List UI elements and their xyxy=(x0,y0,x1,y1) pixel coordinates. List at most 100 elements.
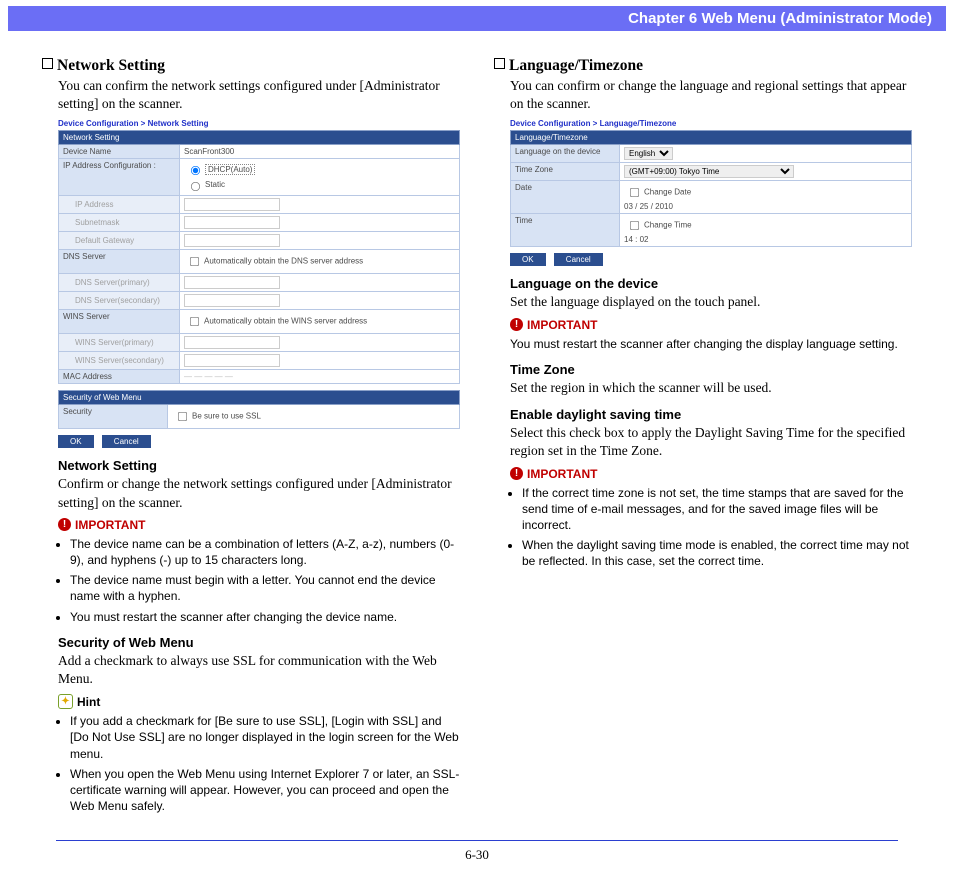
shot-row-label: Subnetmask xyxy=(59,214,180,232)
subheading-language: Language on the device xyxy=(510,276,912,291)
checkbox-label: Be sure to use SSL xyxy=(192,412,261,421)
hint-list: If you add a checkmark for [Be sure to u… xyxy=(58,713,460,814)
important-label: IMPORTANT xyxy=(527,467,597,481)
radio-dhcp[interactable] xyxy=(191,166,200,175)
section-title: Language/Timezone xyxy=(509,57,643,74)
shot-row-label: DNS Server(primary) xyxy=(59,274,180,292)
important-icon: ! xyxy=(510,467,523,480)
shot-row-label: WINS Server(primary) xyxy=(59,334,180,352)
shot-row-value: ScanFront300 xyxy=(180,145,460,159)
wins-primary-field[interactable] xyxy=(184,336,280,349)
change-date-checkbox[interactable] xyxy=(630,188,639,197)
change-time-checkbox[interactable] xyxy=(630,221,639,230)
subbody: Confirm or change the network settings c… xyxy=(58,475,460,511)
list-item: If you add a checkmark for [Be sure to u… xyxy=(70,713,460,762)
dns-auto-checkbox[interactable] xyxy=(190,257,199,266)
section-title: Network Setting xyxy=(57,57,165,74)
section-heading-network: Network Setting xyxy=(42,57,460,75)
section-heading-lang: Language/Timezone xyxy=(494,57,912,75)
important-note: You must restart the scanner after chang… xyxy=(510,336,912,352)
important-icon: ! xyxy=(510,318,523,331)
page-body: Network Setting You can confirm the netw… xyxy=(0,31,954,828)
shot-row-label: Time Zone xyxy=(511,163,620,181)
checkbox-label: Change Date xyxy=(644,188,691,197)
important-label: IMPORTANT xyxy=(527,318,597,332)
checkbox-label: Change Time xyxy=(644,221,692,230)
left-column: Network Setting You can confirm the netw… xyxy=(42,51,460,818)
important-callout: ! IMPORTANT xyxy=(510,318,912,332)
checkbox-label: Automatically obtain the WINS server add… xyxy=(204,317,367,326)
subheading-network-setting: Network Setting xyxy=(58,458,460,473)
list-item: The device name can be a combination of … xyxy=(70,536,460,568)
gateway-field[interactable] xyxy=(184,234,280,247)
shot-row-value: — — — — — xyxy=(180,370,460,384)
wins-auto-checkbox[interactable] xyxy=(190,317,199,326)
subheading-timezone: Time Zone xyxy=(510,362,912,377)
shot-row-label: DNS Server xyxy=(59,250,180,274)
ssl-checkbox[interactable] xyxy=(178,412,187,421)
important-callout: ! IMPORTANT xyxy=(510,467,912,481)
time-value: 14 : 02 xyxy=(624,235,648,244)
shot-section-header: Security of Web Menu xyxy=(59,391,460,405)
important-callout: ! IMPORTANT xyxy=(58,518,460,532)
shot-section-header: Network Setting xyxy=(59,131,460,145)
important-list: The device name can be a combination of … xyxy=(58,536,460,625)
cancel-button[interactable]: Cancel xyxy=(102,435,151,448)
important-icon: ! xyxy=(58,518,71,531)
shot-row-label: Date xyxy=(511,181,620,214)
screenshot-language-timezone: Device Configuration > Language/Timezone… xyxy=(510,119,912,266)
shot-row-value: DHCP(Auto) Static xyxy=(180,159,460,196)
shot-breadcrumb: Device Configuration > Language/Timezone xyxy=(510,119,912,128)
bullet-box-icon xyxy=(494,58,505,69)
subheading-security: Security of Web Menu xyxy=(58,635,460,650)
dns-secondary-field[interactable] xyxy=(184,294,280,307)
chapter-header: Chapter 6 Web Menu (Administrator Mode) xyxy=(8,6,946,31)
ip-address-field[interactable] xyxy=(184,198,280,211)
page-footer: 6-30 xyxy=(56,840,898,883)
shot-row-label: Device Name xyxy=(59,145,180,159)
shot-row-label: DNS Server(secondary) xyxy=(59,292,180,310)
cancel-button[interactable]: Cancel xyxy=(554,253,603,266)
shot-row-label: Language on the device xyxy=(511,145,620,163)
shot-row-label: IP Address xyxy=(59,196,180,214)
shot-breadcrumb: Device Configuration > Network Setting xyxy=(58,119,460,128)
list-item: When you open the Web Menu using Interne… xyxy=(70,766,460,815)
timezone-select[interactable]: (GMT+09:00) Tokyo Time xyxy=(624,165,794,178)
radio-static[interactable] xyxy=(191,182,200,191)
screenshot-network-setting: Device Configuration > Network Setting N… xyxy=(58,119,460,448)
wins-secondary-field[interactable] xyxy=(184,354,280,367)
shot-row-label: WINS Server xyxy=(59,310,180,334)
language-select[interactable]: English xyxy=(624,147,673,160)
ok-button[interactable]: OK xyxy=(58,435,94,448)
important-label: IMPORTANT xyxy=(75,518,145,532)
list-item: You must restart the scanner after chang… xyxy=(70,609,460,625)
important-list: If the correct time zone is not set, the… xyxy=(510,485,912,570)
shot-row-label: Default Gateway xyxy=(59,232,180,250)
subbody: Set the language displayed on the touch … xyxy=(510,293,912,311)
bullet-box-icon xyxy=(42,58,53,69)
right-column: Language/Timezone You can confirm or cha… xyxy=(494,51,912,818)
shot-row-label: IP Address Configuration : xyxy=(59,159,180,196)
hint-label: Hint xyxy=(77,695,100,709)
subheading-dst: Enable daylight saving time xyxy=(510,407,912,422)
list-item: The device name must begin with a letter… xyxy=(70,572,460,604)
subbody: Add a checkmark to always use SSL for co… xyxy=(58,652,460,688)
subbody: Select this check box to apply the Dayli… xyxy=(510,424,912,460)
subnet-field[interactable] xyxy=(184,216,280,229)
shot-section-header: Language/Timezone xyxy=(511,131,912,145)
list-item: When the daylight saving time mode is en… xyxy=(522,537,912,569)
shot-row-label: Security xyxy=(59,405,168,429)
ok-button[interactable]: OK xyxy=(510,253,546,266)
section-intro: You can confirm or change the language a… xyxy=(510,77,912,113)
section-intro: You can confirm the network settings con… xyxy=(58,77,460,113)
checkbox-label: Automatically obtain the DNS server addr… xyxy=(204,257,363,266)
radio-label: Static xyxy=(205,181,225,190)
subbody: Set the region in which the scanner will… xyxy=(510,379,912,397)
shot-row-label: MAC Address xyxy=(59,370,180,384)
list-item: If the correct time zone is not set, the… xyxy=(522,485,912,534)
dns-primary-field[interactable] xyxy=(184,276,280,289)
radio-label: DHCP(Auto) xyxy=(205,164,255,175)
shot-row-label: Time xyxy=(511,214,620,247)
page-number: 6-30 xyxy=(465,847,489,862)
date-value: 03 / 25 / 2010 xyxy=(624,202,673,211)
